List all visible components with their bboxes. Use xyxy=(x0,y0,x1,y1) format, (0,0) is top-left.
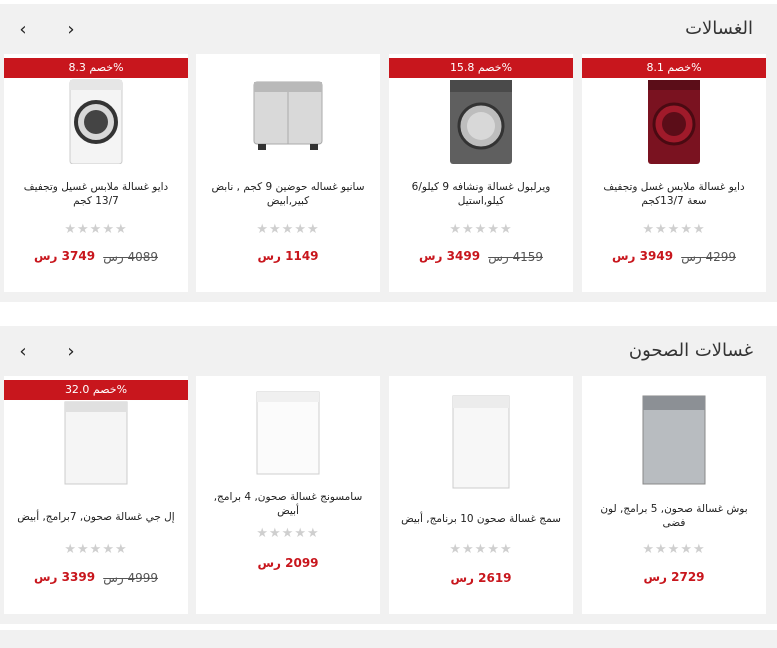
product-image[interactable] xyxy=(582,394,766,490)
product-image[interactable] xyxy=(389,394,573,490)
product-name[interactable]: سانيو غساله حوضين 9 كجم , نابض كبير,ابيض xyxy=(208,180,368,208)
product-image[interactable] xyxy=(196,390,380,480)
next-section-edge xyxy=(0,630,777,648)
dishwasher-icon xyxy=(642,395,706,485)
rating-stars: ★★★★★ xyxy=(256,526,320,541)
rating-stars: ★★★★★ xyxy=(256,222,320,237)
current-price: 3949 رس xyxy=(612,249,674,263)
chevron-right-icon[interactable]: › xyxy=(60,340,82,362)
product-card[interactable]: خصم 8.1% دايو غسالة ملابس غسل وتجفيف سعة… xyxy=(582,54,766,292)
product-name[interactable]: دايو غسالة ملابس غسيل وتجفيف 13/7 كجم xyxy=(16,180,176,208)
section-header: ‹ › غسالات الصحون xyxy=(0,326,777,376)
old-price: 4159 رس xyxy=(488,250,543,264)
chevron-right-icon[interactable]: › xyxy=(60,18,82,40)
product-card[interactable]: خصم 15.8% ويرلبول غسالة ونشافه 9 كيلو/6 … xyxy=(389,54,573,292)
chevron-left-icon[interactable]: ‹ xyxy=(12,18,34,40)
product-name[interactable]: بوش غسالة صحون, 5 برامج, لون فضى xyxy=(594,502,754,530)
front-load-washer-icon xyxy=(450,80,512,164)
product-card[interactable]: سامسونج غسالة صحون, 4 برامج, أبيض ★★★★★ … xyxy=(196,376,380,614)
current-price: 2099 رس xyxy=(257,556,319,570)
product-image[interactable] xyxy=(196,78,380,164)
product-card[interactable]: سمج غسالة صحون 10 برنامج, أبيض ★★★★★ 261… xyxy=(389,376,573,614)
rating-stars: ★★★★★ xyxy=(642,222,706,237)
current-price: 3499 رس xyxy=(419,249,481,263)
current-price: 2729 رس xyxy=(643,570,705,584)
dishwasher-icon xyxy=(452,395,510,489)
section-dishwashers: ‹ › غسالات الصحون بوش غسالة صحون, 5 برام… xyxy=(0,326,777,624)
rating-stars: ★★★★★ xyxy=(449,222,513,237)
old-price: 4299 رس xyxy=(681,250,736,264)
section-title: غسالات الصحون xyxy=(628,340,753,361)
product-card[interactable]: سانيو غساله حوضين 9 كجم , نابض كبير,ابيض… xyxy=(196,54,380,292)
product-image[interactable] xyxy=(582,78,766,164)
product-image[interactable] xyxy=(4,78,188,164)
front-load-washer-icon xyxy=(69,79,123,164)
current-price: 3749 رس xyxy=(34,249,96,263)
old-price: 4089 رس xyxy=(103,250,158,264)
section-title: الغسالات xyxy=(685,18,753,39)
rating-stars: ★★★★★ xyxy=(449,542,513,557)
rating-stars: ★★★★★ xyxy=(642,542,706,557)
discount-badge: خصم 8.1% xyxy=(582,58,766,78)
twin-tub-washer-icon xyxy=(253,81,323,150)
rating-stars: ★★★★★ xyxy=(64,222,128,237)
product-name[interactable]: ويرلبول غسالة ونشافه 9 كيلو/6 كيلو,استيل xyxy=(401,180,561,208)
discount-badge: خصم 8.3% xyxy=(4,58,188,78)
current-price: 3399 رس xyxy=(34,570,96,584)
section-header: ‹ › الغسالات xyxy=(0,4,777,54)
product-card[interactable]: خصم 8.3% دايو غسالة ملابس غسيل وتجفيف 13… xyxy=(4,54,188,292)
dishwasher-icon xyxy=(64,401,128,485)
product-name[interactable]: سمج غسالة صحون 10 برنامج, أبيض xyxy=(401,512,561,526)
product-name[interactable]: إل جي غسالة صحون, 7برامج, أبيض xyxy=(16,510,176,524)
product-name[interactable]: سامسونج غسالة صحون, 4 برامج, أبيض xyxy=(208,490,368,518)
discount-badge: خصم 32.0% xyxy=(4,380,188,400)
product-image[interactable] xyxy=(4,400,188,490)
product-image[interactable] xyxy=(389,78,573,164)
discount-badge: خصم 15.8% xyxy=(389,58,573,78)
section-washers: ‹ › الغسالات خصم 8.1% دايو غسالة ملابس غ… xyxy=(0,4,777,302)
product-card[interactable]: خصم 32.0% إل جي غسالة صحون, 7برامج, أبيض… xyxy=(4,376,188,614)
dishwasher-icon xyxy=(256,391,320,475)
product-name[interactable]: دايو غسالة ملابس غسل وتجفيف سعة 13/7كجم xyxy=(594,180,754,208)
old-price: 4999 رس xyxy=(103,571,158,585)
rating-stars: ★★★★★ xyxy=(64,542,128,557)
current-price: 2619 رس xyxy=(450,571,512,585)
front-load-washer-icon xyxy=(648,80,700,164)
product-card[interactable]: بوش غسالة صحون, 5 برامج, لون فضى ★★★★★ 2… xyxy=(582,376,766,614)
current-price: 1149 رس xyxy=(257,249,319,263)
chevron-left-icon[interactable]: ‹ xyxy=(12,340,34,362)
